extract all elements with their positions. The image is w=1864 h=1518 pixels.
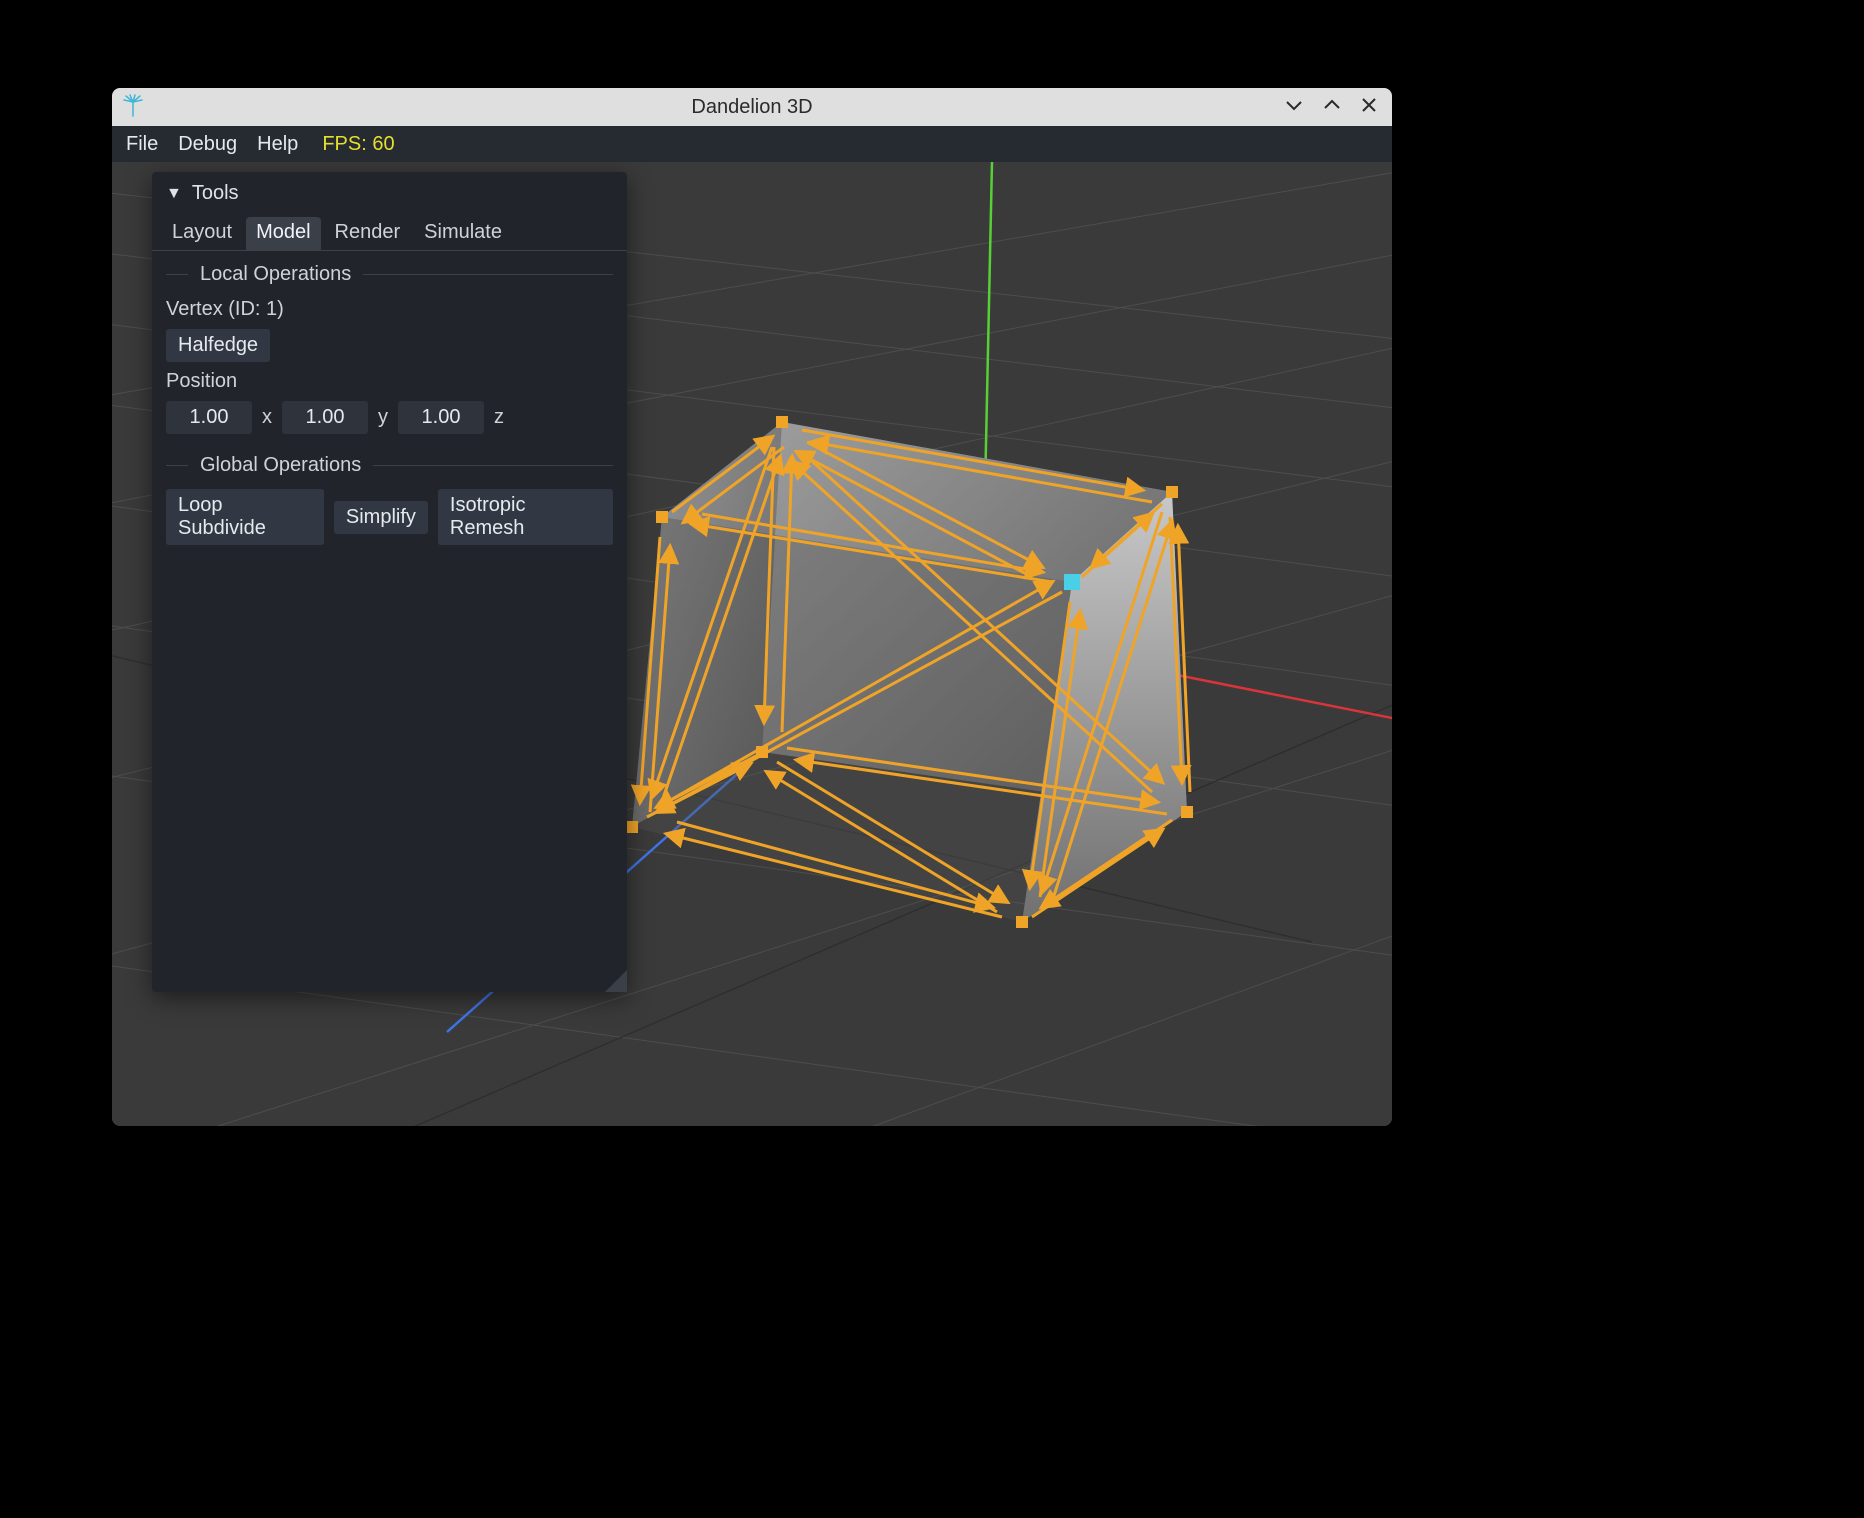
section-local: Local Operations [152, 251, 627, 290]
menu-file[interactable]: File [126, 133, 158, 156]
panel-tabs: Layout Model Render Simulate [152, 211, 627, 251]
axis-x-label: x [262, 406, 272, 429]
axis-y-label: y [378, 406, 388, 429]
close-icon[interactable] [1360, 96, 1378, 118]
simplify-button[interactable]: Simplify [334, 501, 428, 534]
vertex-label: Vertex (ID: 1) [166, 298, 284, 321]
app-icon [120, 94, 146, 120]
loop-subdivide-button[interactable]: Loop Subdivide [166, 489, 324, 545]
axis-z-label: z [494, 406, 504, 429]
maximize-icon[interactable] [1322, 95, 1342, 119]
viewport[interactable]: ▼ Tools Layout Model Render Simulate Loc… [112, 162, 1392, 1126]
fps-label: FPS: 60 [322, 133, 394, 156]
collapse-icon[interactable]: ▼ [166, 185, 182, 203]
halfedge-button[interactable]: Halfedge [166, 329, 270, 362]
menubar: File Debug Help FPS: 60 [112, 126, 1392, 162]
menu-debug[interactable]: Debug [178, 133, 237, 156]
section-local-label: Local Operations [200, 263, 351, 286]
panel-resize-grip[interactable] [605, 970, 627, 992]
section-global: Global Operations [152, 442, 627, 481]
panel-header[interactable]: ▼ Tools [152, 172, 627, 211]
tab-model[interactable]: Model [246, 217, 320, 250]
tab-layout[interactable]: Layout [162, 217, 242, 250]
position-label: Position [166, 370, 237, 393]
panel-title: Tools [192, 182, 239, 205]
section-global-label: Global Operations [200, 454, 361, 477]
menu-help[interactable]: Help [257, 133, 298, 156]
pos-z-input[interactable]: 1.00 [398, 401, 484, 434]
titlebar: Dandelion 3D [112, 88, 1392, 126]
tab-render[interactable]: Render [325, 217, 411, 250]
tab-simulate[interactable]: Simulate [414, 217, 512, 250]
isotropic-remesh-button[interactable]: Isotropic Remesh [438, 489, 613, 545]
window-controls [1284, 95, 1384, 119]
pos-x-input[interactable]: 1.00 [166, 401, 252, 434]
tools-panel[interactable]: ▼ Tools Layout Model Render Simulate Loc… [152, 172, 627, 992]
app-window: Dandelion 3D File Debug Help FPS: 60 [112, 88, 1392, 1126]
window-title: Dandelion 3D [112, 96, 1392, 119]
pos-y-input[interactable]: 1.00 [282, 401, 368, 434]
selected-vertex[interactable] [1064, 574, 1080, 590]
minimize-icon[interactable] [1284, 95, 1304, 119]
